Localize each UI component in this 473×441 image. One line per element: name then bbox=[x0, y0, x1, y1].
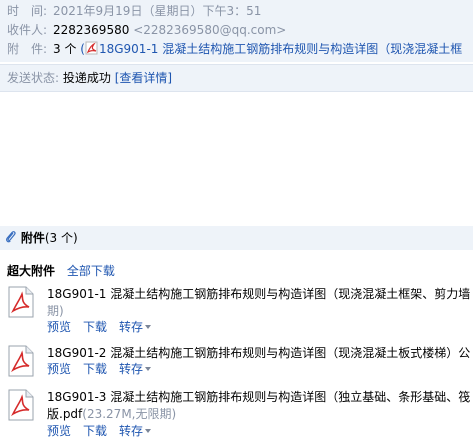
attachment-count: 3 个 bbox=[53, 42, 77, 56]
time-label: 时 间: bbox=[7, 4, 48, 18]
send-status-label: 发送状态: bbox=[7, 71, 60, 85]
send-status-value: 投递成功 bbox=[62, 71, 111, 85]
preview-link[interactable]: 预览 bbox=[47, 362, 71, 376]
time-value: 2021年9月19日（星期日）下午3：51 bbox=[53, 4, 262, 18]
recipient-name[interactable]: 2282369580 bbox=[53, 23, 129, 37]
pdf-file-icon bbox=[7, 286, 35, 318]
attachment-label: 附 件: bbox=[7, 42, 48, 56]
pdf-file-icon bbox=[7, 389, 35, 421]
download-link[interactable]: 下载 bbox=[83, 320, 107, 334]
attachment-name[interactable]: 18G901-1 混凝土结构施工钢筋排布规则与构造详图（现浇混凝土框架、剪力墙 bbox=[47, 286, 470, 302]
preview-link[interactable]: 预览 bbox=[47, 424, 71, 438]
attachment-item: 18G901-2 混凝土结构施工钢筋排布规则与构造详图（现浇混凝土板式楼梯）公 … bbox=[7, 345, 473, 381]
pdf-icon bbox=[85, 41, 99, 55]
preview-link[interactable]: 预览 bbox=[47, 320, 71, 334]
large-attachment-label: 超大附件 bbox=[7, 264, 56, 278]
attachment-name[interactable]: 18G901-2 混凝土结构施工钢筋排布规则与构造详图（现浇混凝土板式楼梯）公 bbox=[47, 345, 470, 361]
attachment-first-link[interactable]: 18G901-1 混凝土结构施工钢筋排布规则与构造详图（现浇混凝土框 bbox=[99, 42, 462, 56]
recipient-label: 收件人: bbox=[7, 23, 48, 37]
download-all-link[interactable]: 全部下载 bbox=[67, 264, 115, 278]
attachment-name-cont: 版.pdf(23.27M,无限期) bbox=[47, 407, 177, 421]
save-link[interactable]: 转存 bbox=[119, 424, 152, 438]
attachment-row: 附 件: 3 个 (18G901-1 混凝土结构施工钢筋排布规则与构造详图（现浇混… bbox=[7, 40, 462, 58]
chevron-down-icon bbox=[145, 325, 152, 329]
attachments-header: 附件(3 个) bbox=[0, 226, 473, 250]
chevron-down-icon bbox=[145, 367, 152, 371]
attachments-title: 附件 bbox=[20, 231, 45, 245]
large-attachment-bar: 超大附件 全部下载 bbox=[7, 263, 115, 279]
pdf-file-icon bbox=[7, 345, 35, 377]
attachment-actions: 预览 下载 转存 bbox=[47, 423, 163, 439]
attachments-count: (3 个) bbox=[44, 231, 78, 245]
time-row: 时 间: 2021年9月19日（星期日）下午3：51 bbox=[7, 2, 261, 20]
recipient-row: 收件人: 2282369580 <2282369580@qq.com> bbox=[7, 21, 286, 39]
attachment-meta: (23.27M,无限期) bbox=[82, 407, 177, 421]
attachment-name[interactable]: 18G901-3 混凝土结构施工钢筋排布规则与构造详图（独立基础、条形基础、筏 bbox=[47, 389, 470, 405]
save-link[interactable]: 转存 bbox=[119, 362, 152, 376]
download-link[interactable]: 下载 bbox=[83, 362, 107, 376]
attachment-actions: 预览 下载 转存 bbox=[47, 361, 163, 377]
attachment-item: 18G901-1 混凝土结构施工钢筋排布规则与构造详图（现浇混凝土框架、剪力墙 … bbox=[7, 286, 473, 334]
attachment-item: 18G901-3 混凝土结构施工钢筋排布规则与构造详图（独立基础、条形基础、筏 … bbox=[7, 389, 473, 439]
recipient-address: <2282369580@qq.com> bbox=[133, 23, 287, 37]
save-link[interactable]: 转存 bbox=[119, 320, 152, 334]
send-status-bar: 发送状态: 投递成功 [查看详情] bbox=[0, 64, 473, 92]
download-link[interactable]: 下载 bbox=[83, 424, 107, 438]
attachment-actions: 预览 下载 转存 bbox=[47, 319, 163, 335]
attachment-name-cont: 期) bbox=[47, 304, 64, 318]
view-details-link[interactable]: [查看详情] bbox=[115, 71, 172, 85]
chevron-down-icon bbox=[145, 429, 152, 433]
paperclip-icon bbox=[5, 231, 17, 245]
